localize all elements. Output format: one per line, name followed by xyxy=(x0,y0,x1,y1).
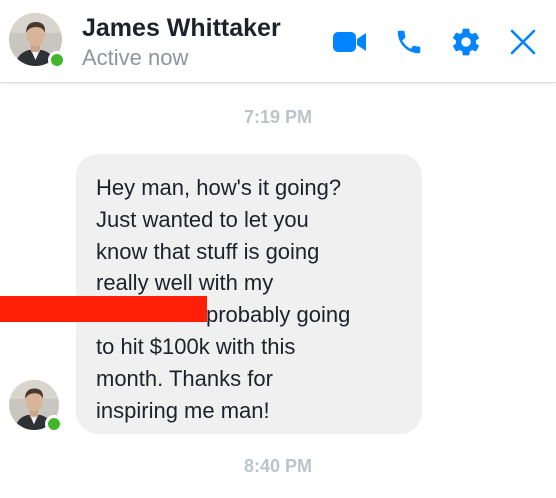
chat-header: James Whittaker Active now xyxy=(0,0,556,83)
message-line: inspiring me man! xyxy=(96,397,270,423)
close-icon[interactable] xyxy=(505,24,541,60)
phone-icon[interactable] xyxy=(391,24,427,60)
message-bubble[interactable]: Hey man, how's it going? Just wanted to … xyxy=(76,154,422,434)
message-line: know that stuff is going xyxy=(96,238,320,264)
message-line-text: probably going xyxy=(206,302,351,328)
contact-status: Active now xyxy=(82,45,189,70)
contact-name[interactable]: James Whittaker xyxy=(82,14,281,43)
video-camera-icon[interactable] xyxy=(332,24,368,60)
contact-avatar[interactable] xyxy=(9,13,66,69)
sender-avatar[interactable] xyxy=(9,380,63,433)
online-indicator xyxy=(48,51,66,69)
message-line: month. Thanks for xyxy=(96,365,273,391)
message-timestamp: 8:40 PM xyxy=(243,456,313,476)
online-indicator xyxy=(45,415,63,433)
gear-icon[interactable] xyxy=(448,24,484,60)
redaction-bar xyxy=(0,296,207,322)
message-timestamp: 7:19 PM xyxy=(243,107,313,127)
message-line: really well with my xyxy=(96,270,274,296)
message-line: Just wanted to let you xyxy=(96,206,309,232)
message-line: Hey man, how's it going? xyxy=(96,175,342,200)
message-line: to hit $100k with this xyxy=(96,333,296,359)
